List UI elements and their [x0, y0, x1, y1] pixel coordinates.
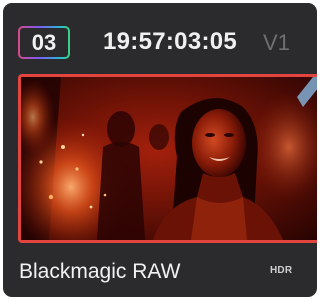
clip-number-badge: 03 [18, 26, 70, 59]
clip-timecode: 19:57:03:05 [103, 28, 238, 55]
clip-thumbnail-image [21, 77, 317, 240]
clip-card[interactable]: 03 19:57:03:05 V1 Blackmagic RAW HDR [3, 3, 317, 297]
clip-header: 03 19:57:03:05 V1 [3, 3, 317, 75]
codec-label: Blackmagic RAW [19, 260, 181, 283]
clip-thumbnail[interactable] [18, 74, 317, 243]
clip-footer: Blackmagic RAW HDR [3, 249, 317, 297]
hdr-badge: HDR [270, 265, 293, 276]
track-label: V1 [263, 30, 290, 55]
